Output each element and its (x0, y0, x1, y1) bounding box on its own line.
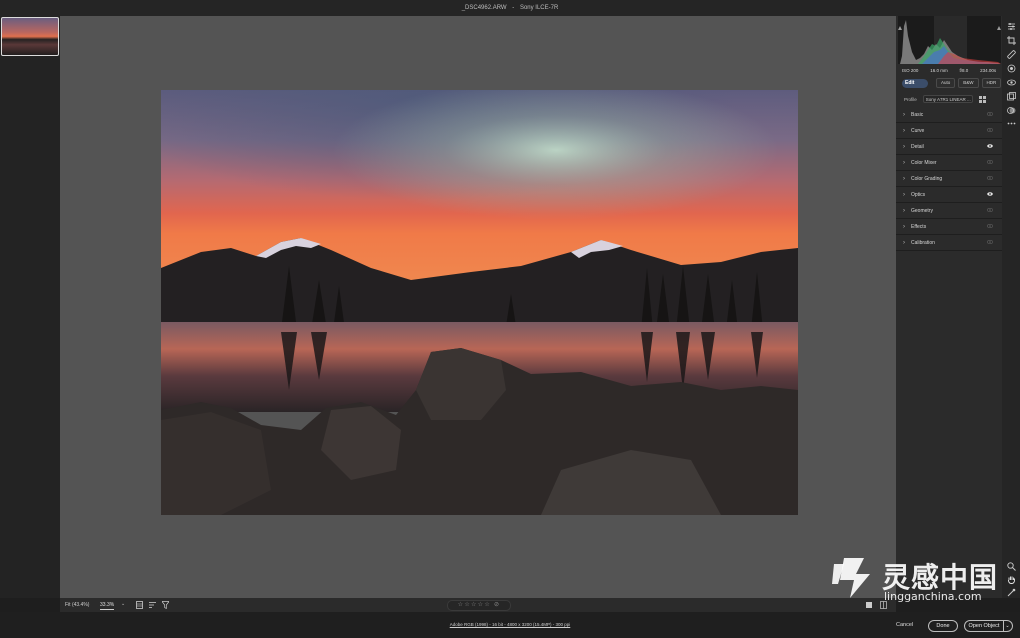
chevron-right-icon: › (903, 191, 905, 198)
presets-icon[interactable] (1007, 102, 1016, 114)
watermark: 灵感中国 lingganchina.com (830, 550, 1020, 606)
section-color-mixer[interactable]: › Color Mixer (896, 155, 1002, 171)
iso-value: ISO 200 (901, 67, 919, 73)
image-canvas[interactable] (60, 16, 896, 598)
eye-icon[interactable] (986, 159, 994, 165)
tool-strip (1002, 16, 1020, 598)
snapshots-icon[interactable] (1007, 88, 1016, 101)
section-geometry[interactable]: › Geometry (896, 203, 1002, 219)
edit-panel: ISO 200 16.0 mm f/8.0 234.00s Edit Auto … (896, 16, 1002, 598)
chevron-right-icon: › (903, 175, 905, 182)
chevron-right-icon: › (903, 207, 905, 214)
section-label: Calibration (911, 239, 935, 246)
section-label: Detail (911, 143, 924, 150)
chevron-right-icon: › (903, 127, 905, 134)
profile-browser-icon[interactable] (978, 95, 987, 103)
exif-info: ISO 200 16.0 mm f/8.0 234.00s (896, 66, 1002, 74)
focal-length-value: 16.0 mm (930, 67, 948, 73)
eye-icon[interactable] (986, 239, 994, 245)
masking-icon[interactable] (1007, 60, 1016, 73)
dialog-footer: Adobe RGB (1998) - 16 bit - 4800 x 3200 … (0, 612, 1020, 638)
shadow-clipping-icon[interactable] (898, 17, 902, 30)
edit-tab[interactable]: Edit (902, 78, 928, 88)
section-label: Curve (911, 127, 925, 134)
section-label: Color Mixer (911, 159, 937, 166)
zoom-level-field[interactable]: 33.3% (100, 602, 115, 610)
section-color-grading[interactable]: › Color Grading (896, 171, 1002, 187)
eye-icon[interactable] (987, 192, 993, 196)
section-label: Color Grading (911, 175, 943, 182)
section-calibration[interactable]: › Calibration (896, 235, 1002, 251)
profile-row: Profile Sony A7R1 LINEAR ... (896, 94, 1002, 104)
sort-icon[interactable] (149, 601, 156, 609)
section-effects[interactable]: › Effects (896, 219, 1002, 235)
window-title-bar: _DSC4962.ARW - Sony ILCE-7R (0, 0, 1020, 16)
filmstrip (0, 16, 60, 598)
eye-icon[interactable] (986, 111, 994, 117)
crop-icon[interactable] (1007, 32, 1016, 45)
red-eye-icon[interactable] (1007, 74, 1016, 86)
camera-model: Sony ILCE-7R (519, 5, 559, 11)
watermark-logo-icon (830, 554, 880, 600)
eye-icon[interactable] (986, 127, 994, 133)
section-label: Effects (911, 223, 927, 230)
fit-zoom-label[interactable]: Fit (43.4%) (65, 602, 89, 608)
aperture-value: f/8.0 (959, 67, 969, 73)
healing-brush-icon[interactable] (1007, 46, 1016, 59)
profile-dropdown[interactable]: Sony A7R1 LINEAR ... (922, 95, 973, 103)
edit-header: Edit Auto B&W HDR (896, 78, 1002, 88)
section-label: Geometry (911, 207, 933, 214)
done-button[interactable]: Done (928, 620, 958, 632)
hdr-button[interactable]: HDR (981, 78, 1002, 88)
filmstrip-toggle-icon[interactable] (136, 601, 143, 609)
eye-icon[interactable] (986, 223, 994, 229)
file-name: _DSC4962.ARW (461, 5, 507, 11)
more-options-icon[interactable] (1007, 115, 1016, 125)
auto-button[interactable]: Auto (936, 78, 956, 88)
workflow-options-link[interactable]: Adobe RGB (1998) - 16 bit - 4800 x 3200 … (0, 622, 1020, 627)
filmstrip-thumbnail[interactable] (1, 17, 59, 56)
histogram (898, 16, 1001, 64)
star-rating[interactable]: ☆☆☆☆☆ ⊘ (447, 600, 511, 611)
section-label: Optics (911, 191, 926, 198)
chevron-down-icon[interactable]: ⌄ (121, 601, 125, 607)
eye-icon[interactable] (987, 144, 993, 148)
section-optics[interactable]: › Optics (896, 187, 1002, 203)
shutter-value: 234.00s (980, 67, 997, 73)
edit-sliders-icon[interactable] (1007, 18, 1016, 30)
chevron-right-icon: › (903, 143, 905, 150)
filter-icon[interactable] (161, 601, 170, 610)
section-detail[interactable]: › Detail (896, 139, 1002, 155)
chevron-right-icon: › (903, 223, 905, 230)
section-curve[interactable]: › Curve (896, 123, 1002, 139)
open-options-chevron-icon[interactable]: ⌄ (1003, 620, 1013, 632)
section-basic[interactable]: › Basic (896, 107, 1002, 123)
cancel-button[interactable]: Cancel (896, 620, 913, 631)
bw-button[interactable]: B&W (958, 78, 979, 88)
photo-preview[interactable] (161, 90, 798, 515)
eye-icon[interactable] (986, 207, 994, 213)
section-label: Basic (911, 111, 924, 118)
profile-label: Profile (904, 96, 917, 102)
chevron-right-icon: › (903, 239, 905, 246)
chevron-right-icon: › (903, 159, 905, 166)
canvas-bottom-bar: Fit (43.4%) 33.3% ⌄ ☆☆☆☆☆ ⊘ (60, 598, 896, 612)
highlight-clipping-icon[interactable] (997, 17, 1001, 30)
title-separator: - (512, 5, 515, 11)
eye-icon[interactable] (986, 175, 994, 181)
open-object-button[interactable]: Open Object (964, 620, 1004, 632)
edit-sections: › Basic › Curve › Detail › Color Mixer ›… (896, 107, 1002, 251)
chevron-right-icon: › (903, 111, 905, 118)
watermark-url: lingganchina.com (884, 590, 982, 603)
